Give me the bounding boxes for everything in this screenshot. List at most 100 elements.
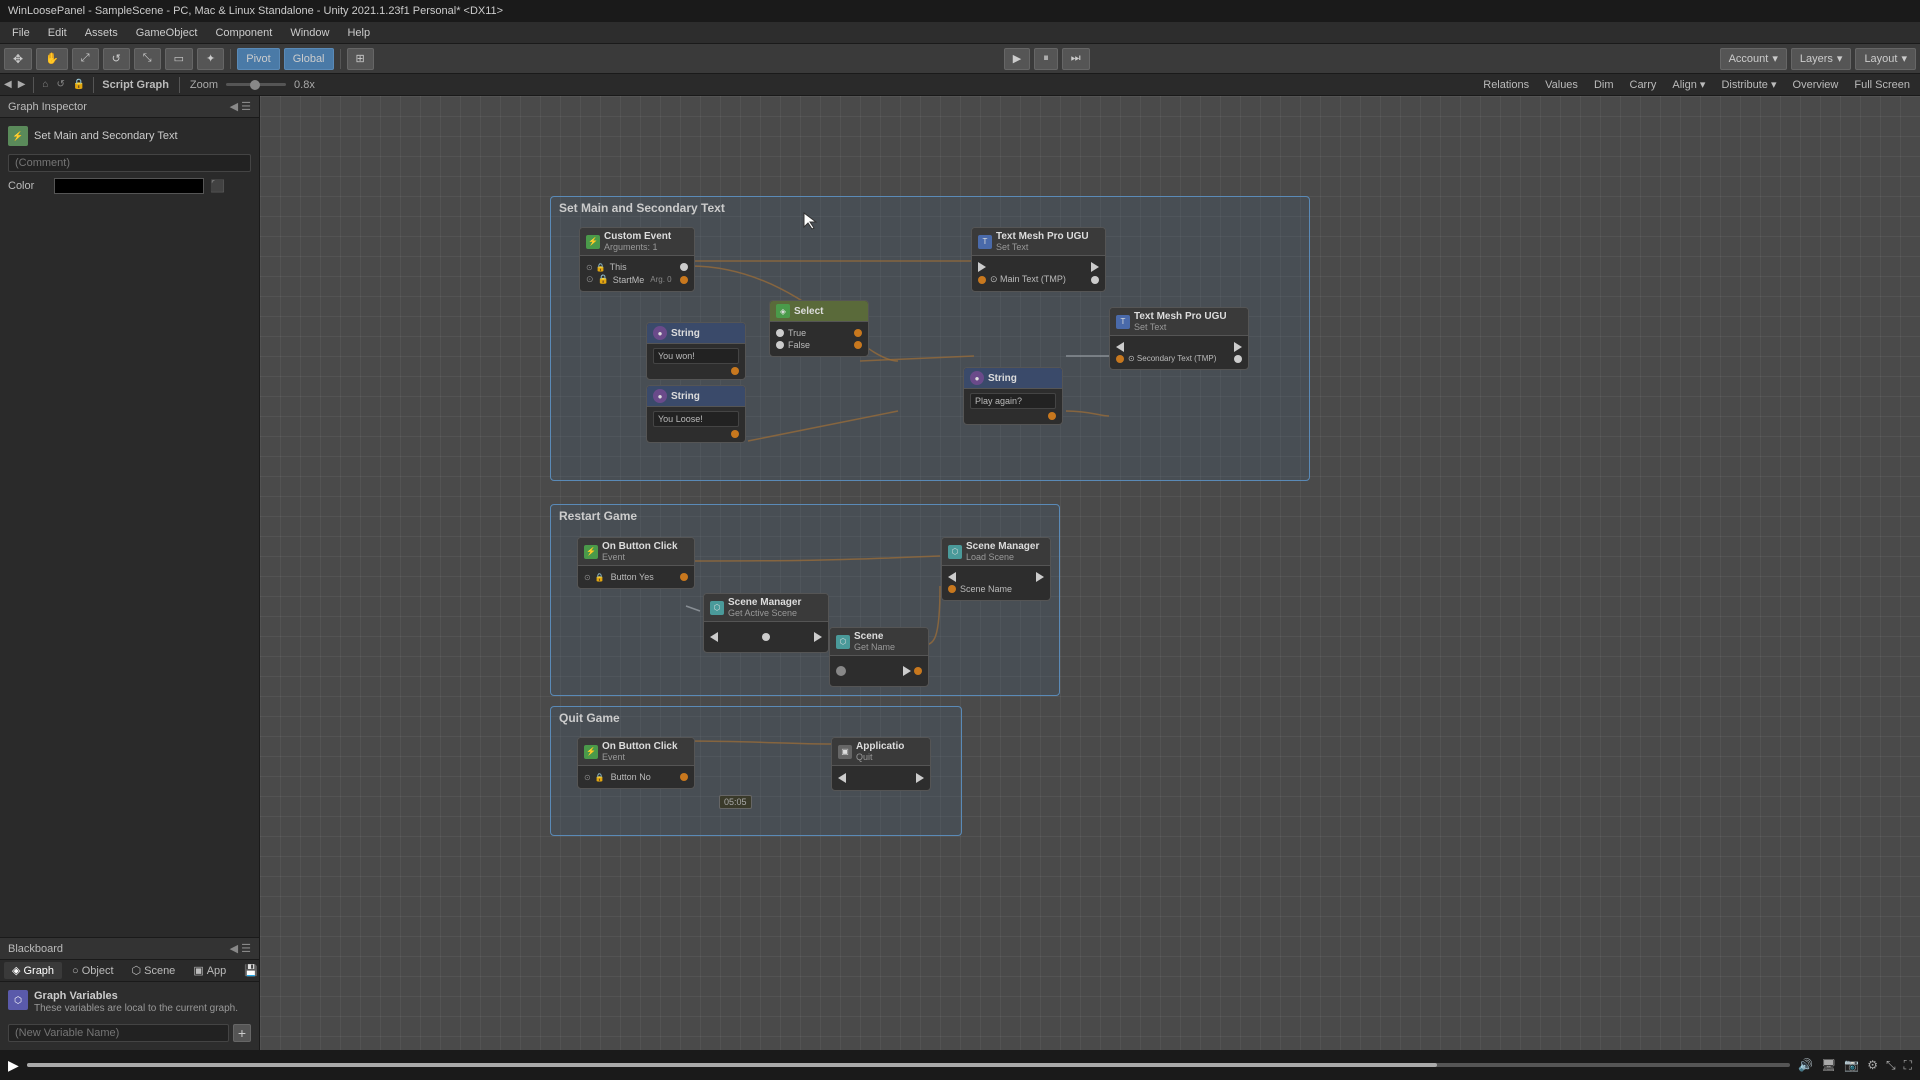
node-scene-load[interactable]: ⬡ Scene Manager Load Scene Scene Name — [941, 537, 1051, 601]
node-scene-active[interactable]: ⬡ Scene Manager Get Active Scene — [703, 593, 829, 653]
video-play-button[interactable]: ▶ — [8, 1057, 19, 1074]
tool-multi[interactable]: ✦ — [197, 48, 224, 70]
node-string-youwon[interactable]: ● String You won! — [646, 322, 746, 380]
node-string-youloose[interactable]: ● String You Loose! — [646, 385, 746, 443]
menu-edit[interactable]: Edit — [40, 25, 75, 41]
resize-icon[interactable]: ⤡ — [1886, 1058, 1896, 1073]
layout-button[interactable]: Layout ▾ — [1855, 48, 1916, 70]
color-picker-icon[interactable]: ⬛ — [210, 179, 225, 193]
tab-saved-icon: 💾 — [244, 964, 258, 977]
expand-icon[interactable]: ⛶ — [1904, 1058, 1912, 1073]
settings-icon[interactable]: ⚙ — [1867, 1058, 1878, 1072]
tool-rotate[interactable]: ↺ — [103, 48, 130, 70]
inspector-collapse-btn[interactable]: ◀ — [230, 100, 238, 113]
tool-scale[interactable]: ⤡ — [134, 48, 161, 70]
node-textmesh-2[interactable]: T Text Mesh Pro UGU Set Text ⊙ Secondary… — [1109, 307, 1249, 370]
distribute-btn[interactable]: Distribute ▾ — [1715, 76, 1782, 93]
tab-object-label: Object — [82, 965, 114, 977]
node-textmesh-1[interactable]: T Text Mesh Pro UGU Set Text ⊙ Main Text… — [971, 227, 1106, 292]
textmesh1-header: T Text Mesh Pro UGU Set Text — [972, 228, 1105, 256]
port-in-flow — [978, 262, 1099, 272]
menu-component[interactable]: Component — [207, 25, 280, 41]
scene-getname-header: ⬡ Scene Get Name — [830, 628, 928, 656]
window-title: WinLoosePanel - SampleScene - PC, Mac & … — [8, 5, 503, 17]
nav-back[interactable]: ◀ — [4, 79, 12, 90]
textmesh1-icon: T — [978, 235, 992, 249]
node-select[interactable]: ◈ Select True False — [769, 300, 869, 357]
fullscreen-btn[interactable]: Full Screen — [1848, 77, 1916, 93]
zoom-slider[interactable] — [226, 83, 286, 86]
tab-graph[interactable]: ◈ Graph — [4, 962, 62, 979]
menu-bar: File Edit Assets GameObject Component Wi… — [0, 22, 1920, 44]
screenshot-icon[interactable]: 📷 — [1844, 1058, 1859, 1072]
btn-yes-title: On Button Click — [602, 541, 678, 552]
graph-canvas[interactable]: Set Main and Secondary Text ⚡ Custom Eve… — [260, 96, 1920, 1050]
node-string-playagain[interactable]: ● String Play again? — [963, 367, 1063, 425]
home-icon[interactable]: ⌂ — [42, 79, 48, 90]
pause-button[interactable]: ⏸ — [1034, 48, 1058, 70]
port-startme: ⊙ 🔒 StartMe Arg. 0 — [586, 274, 688, 285]
tab-app[interactable]: ▣ App — [185, 962, 234, 979]
menu-window[interactable]: Window — [282, 25, 337, 41]
comment-field[interactable] — [8, 154, 251, 172]
scene-active-subtitle: Get Active Scene — [728, 608, 801, 618]
tab-graph-label: Graph — [23, 965, 54, 977]
tool-hand[interactable]: ✋ — [36, 48, 68, 70]
tool-rect[interactable]: ▭ — [165, 48, 193, 70]
refresh-icon[interactable]: ↺ — [56, 79, 64, 90]
layers-button[interactable]: Layers ▾ — [1791, 48, 1852, 70]
play-button[interactable]: ▶ — [1004, 48, 1030, 70]
account-button[interactable]: Account ▾ — [1720, 48, 1787, 70]
inspector-menu-btn[interactable]: ☰ — [241, 100, 251, 113]
node-scene-getname[interactable]: ⬡ Scene Get Name — [829, 627, 929, 687]
volume-icon[interactable]: 🔊 — [1798, 1058, 1813, 1072]
tab-scene[interactable]: ⬡ Scene — [124, 962, 184, 979]
port-secondary-text: ⊙ Secondary Text (TMP) — [1116, 354, 1242, 363]
align-btn[interactable]: Align ▾ — [1666, 76, 1711, 93]
tab-object[interactable]: ○ Object — [64, 962, 121, 979]
menu-assets[interactable]: Assets — [77, 25, 126, 41]
menu-help[interactable]: Help — [339, 25, 378, 41]
align-label: Align — [1672, 79, 1696, 91]
youwon-title: String — [671, 328, 700, 339]
dim-btn[interactable]: Dim — [1588, 77, 1620, 93]
port-true: True — [776, 328, 862, 338]
tool-move[interactable]: ⤢ — [72, 48, 99, 70]
overview-btn[interactable]: Overview — [1787, 77, 1845, 93]
scene-active-icon: ⬡ — [710, 601, 724, 615]
port-scene-name: Scene Name — [948, 584, 1044, 594]
playagain-icon: ● — [970, 371, 984, 385]
pivot-button[interactable]: Pivot — [237, 48, 279, 70]
node-btn-click-no[interactable]: ⚡ On Button Click Event ⊙ 🔒 Button No — [577, 737, 695, 789]
port-button-yes: ⊙ 🔒 Button Yes — [584, 572, 688, 582]
node-custom-event[interactable]: ⚡ Custom Event Arguments: 1 ⊙ 🔒 This — [579, 227, 695, 292]
nav-fwd[interactable]: ▶ — [18, 79, 26, 90]
progress-bar[interactable] — [27, 1063, 1790, 1067]
add-variable-button[interactable]: + — [233, 1024, 251, 1042]
monitor-icon[interactable]: 🖥 — [1821, 1058, 1836, 1072]
values-btn[interactable]: Values — [1539, 77, 1584, 93]
layers-label: Layers — [1800, 53, 1833, 65]
new-variable-input[interactable] — [8, 1024, 229, 1042]
node-app-quit[interactable]: ▣ Applicatio Quit — [831, 737, 931, 791]
menu-gameobject[interactable]: GameObject — [128, 25, 206, 41]
node-btn-click-yes[interactable]: ⚡ On Button Click Event ⊙ 🔒 Button Yes — [577, 537, 695, 589]
menu-file[interactable]: File — [4, 25, 38, 41]
lock-icon[interactable]: 🔒 — [73, 79, 85, 90]
color-swatch[interactable] — [54, 178, 204, 194]
relations-btn[interactable]: Relations — [1477, 77, 1535, 93]
blackboard-menu-btn[interactable]: ☰ — [241, 942, 251, 955]
carry-btn[interactable]: Carry — [1624, 77, 1663, 93]
port-this-out — [680, 263, 688, 271]
select-header: ◈ Select — [770, 301, 868, 322]
blackboard-collapse-btn[interactable]: ◀ — [230, 942, 238, 955]
port-main-text: ⊙ Main Text (TMP) — [978, 274, 1099, 285]
grid-btn[interactable]: ⊞ — [347, 48, 374, 70]
step-button[interactable]: ⏭ — [1062, 48, 1090, 70]
app-quit-body — [832, 766, 930, 790]
title-bar: WinLoosePanel - SampleScene - PC, Mac & … — [0, 0, 1920, 22]
port-startme-out — [680, 276, 688, 284]
youwon-value: You won! — [653, 348, 739, 364]
tool-qwert[interactable]: ✥ — [4, 48, 32, 70]
global-button[interactable]: Global — [284, 48, 334, 70]
